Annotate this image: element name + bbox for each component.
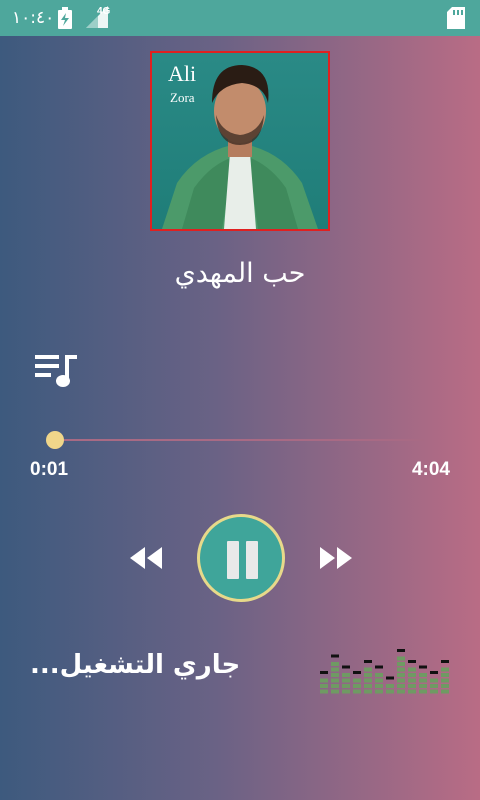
rewind-icon xyxy=(130,547,162,569)
status-time: ١٠:٤٠ xyxy=(12,8,55,28)
rewind-button[interactable] xyxy=(128,545,164,571)
equalizer-icon xyxy=(320,649,449,694)
status-bar: ١٠:٤٠ 4G xyxy=(0,0,480,36)
cover-artist-surname: Zora xyxy=(170,90,195,105)
pause-icon xyxy=(227,541,239,579)
pause-icon-bar-2 xyxy=(246,541,258,579)
progress-thumb[interactable] xyxy=(46,431,65,449)
now-playing-label: جاري التشغيل... xyxy=(30,650,241,680)
total-time: 4:04 xyxy=(411,459,450,480)
battery-charging-icon xyxy=(57,7,73,33)
pause-button[interactable] xyxy=(197,514,285,602)
playlist-icon xyxy=(35,355,77,387)
current-time: 0:01 xyxy=(30,459,69,480)
progress-track[interactable] xyxy=(54,439,424,441)
playlist-button[interactable] xyxy=(35,353,79,389)
fast-forward-icon xyxy=(320,547,352,569)
fast-forward-button[interactable] xyxy=(318,545,354,571)
network-type-label: 4G xyxy=(97,6,111,17)
song-title: حب المهدي xyxy=(174,258,306,289)
sd-card-icon xyxy=(447,7,465,33)
album-cover: Ali Zora xyxy=(150,51,330,231)
cover-artist-name: Ali xyxy=(168,61,197,86)
